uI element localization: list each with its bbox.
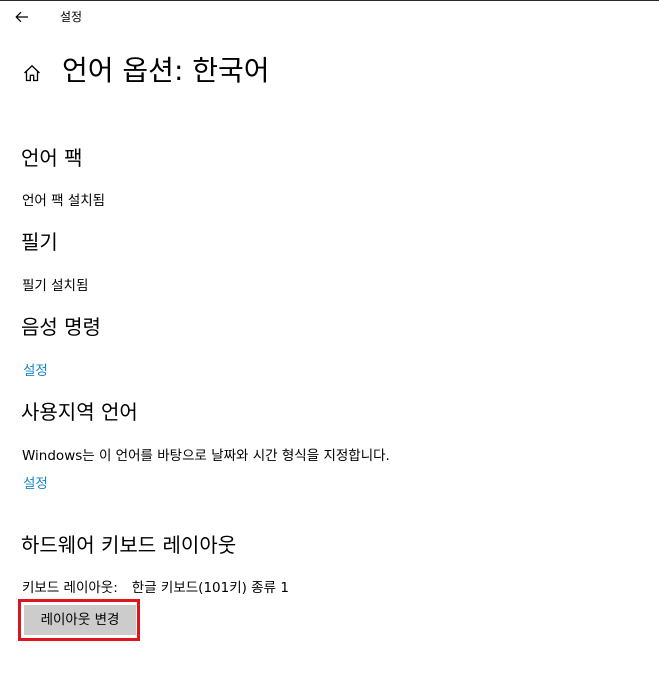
section-heading-regional-language: 사용지역 언어: [21, 400, 138, 424]
keyboard-layout-label: 키보드 레이아웃:: [22, 580, 118, 596]
title-bar: 설정: [0, 1, 659, 33]
section-heading-speech: 음성 명령: [21, 315, 101, 339]
window-title: 설정: [60, 10, 83, 24]
handwriting-status: 필기 설치됨: [22, 278, 89, 294]
speech-settings-link[interactable]: 설정: [23, 362, 48, 380]
language-pack-status: 언어 팩 설치됨: [22, 193, 106, 209]
page-title: 언어 옵션: 한국어: [62, 54, 270, 87]
section-heading-language-pack: 언어 팩: [21, 146, 83, 170]
regional-language-description: Windows는 이 언어를 바탕으로 날짜와 시간 형식을 지정합니다.: [22, 448, 390, 464]
section-heading-handwriting: 필기: [21, 230, 58, 254]
change-layout-button[interactable]: 레이아웃 변경: [24, 605, 136, 635]
section-heading-hardware-keyboard: 하드웨어 키보드 레이아웃: [21, 533, 237, 557]
back-arrow-icon: [15, 11, 28, 23]
home-icon[interactable]: [22, 63, 42, 83]
regional-settings-link[interactable]: 설정: [23, 475, 48, 493]
back-button[interactable]: [8, 5, 36, 29]
keyboard-layout-row: 키보드 레이아웃: 한글 키보드(101키) 종류 1: [22, 579, 289, 597]
keyboard-layout-value: 한글 키보드(101키) 종류 1: [131, 580, 289, 596]
